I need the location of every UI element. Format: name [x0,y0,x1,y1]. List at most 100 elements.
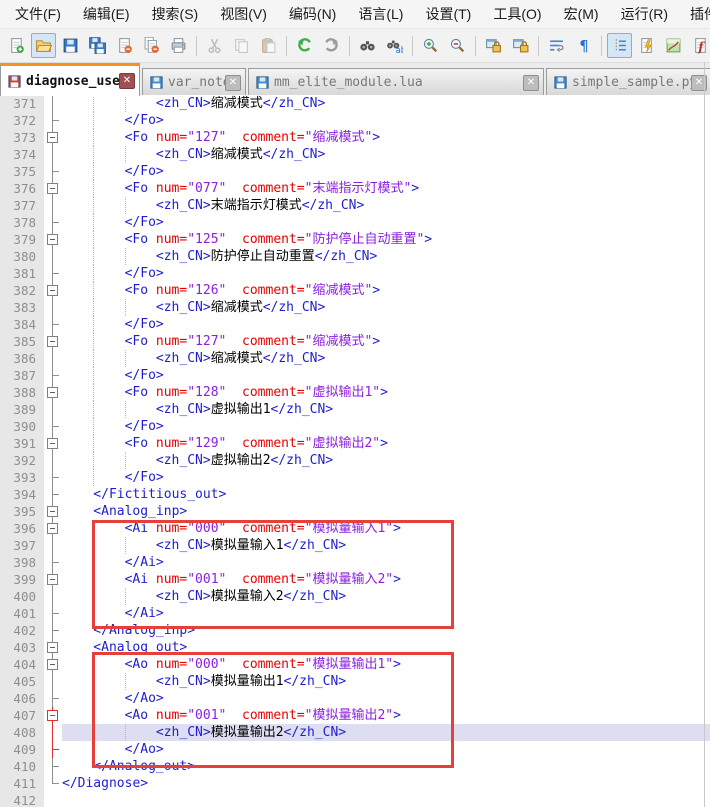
code-line[interactable]: 374<zh_CN>缩减模式</zh_CN> [0,146,710,163]
code-line[interactable]: 399<Ai num="001" comment="模拟量输入2"> [0,571,710,588]
code-text[interactable]: <Fo num="128" comment="虚拟输出1"> [62,384,710,401]
code-text[interactable]: <zh_CN>模拟量输出1</zh_CN> [62,673,710,690]
fold-marker[interactable] [44,282,62,299]
code-line[interactable]: 389<zh_CN>虚拟输出1</zh_CN> [0,401,710,418]
menu-item-tools[interactable]: 工具(O) [482,0,552,28]
code-text[interactable]: </Fo> [62,265,710,282]
code-line[interactable]: 401</Ai> [0,605,710,622]
sync-horizontal-scroll-icon[interactable] [508,33,533,58]
zoom-in-icon[interactable] [418,33,443,58]
fold-marker[interactable] [44,707,62,724]
code-text[interactable]: <Analog_inp> [62,503,710,520]
code-text[interactable]: <Fo num="125" comment="防护停止自动重置"> [62,231,710,248]
code-text[interactable]: </Fictitious_out> [62,486,710,503]
fold-marker[interactable] [44,639,62,656]
tab-simple_sample-py[interactable]: simple_sample.py✕ [546,68,710,96]
save-icon[interactable] [58,33,83,58]
fold-marker[interactable] [44,231,62,248]
menu-item-language[interactable]: 语言(L) [347,0,414,28]
fold-marker[interactable] [44,180,62,197]
print-icon[interactable] [166,33,191,58]
code-line[interactable]: 371<zh_CN>缩减模式</zh_CN> [0,95,710,112]
code-text[interactable]: <zh_CN>模拟量输入2</zh_CN> [62,588,710,605]
menu-item-file[interactable]: 文件(F) [4,0,72,28]
code-text[interactable]: <Fo num="127" comment="缩减模式"> [62,333,710,350]
code-text[interactable]: <zh_CN>模拟量输入1</zh_CN> [62,537,710,554]
code-text[interactable]: <zh_CN>缩减模式</zh_CN> [62,95,710,112]
code-text[interactable]: <Ao num="001" comment="模拟量输出2"> [62,707,710,724]
code-line[interactable]: 388<Fo num="128" comment="虚拟输出1"> [0,384,710,401]
code-line[interactable]: 383<zh_CN>缩减模式</zh_CN> [0,299,710,316]
fold-marker[interactable] [44,503,62,520]
code-line[interactable]: 402</Analog_inp> [0,622,710,639]
define-language-icon[interactable] [634,33,659,58]
code-line[interactable]: 395<Analog_inp> [0,503,710,520]
code-line[interactable]: 393</Fo> [0,469,710,486]
code-text[interactable]: <Ao num="000" comment="模拟量输出1"> [62,656,710,673]
code-line[interactable]: 373<Fo num="127" comment="缩减模式"> [0,129,710,146]
code-line[interactable]: 390</Fo> [0,418,710,435]
code-text[interactable]: <Fo num="077" comment="末端指示灯模式"> [62,180,710,197]
code-line[interactable]: 410</Analog_out> [0,758,710,775]
code-text[interactable]: <zh_CN>缩减模式</zh_CN> [62,146,710,163]
code-text[interactable]: <zh_CN>缩减模式</zh_CN> [62,299,710,316]
new-file-icon[interactable] [4,33,29,58]
code-line[interactable]: 397<zh_CN>模拟量输入1</zh_CN> [0,537,710,554]
close-all-icon[interactable] [139,33,164,58]
fold-marker[interactable] [44,384,62,401]
code-line[interactable]: 398</Ai> [0,554,710,571]
code-text[interactable]: <zh_CN>虚拟输出2</zh_CN> [62,452,710,469]
code-text[interactable]: <zh_CN>虚拟输出1</zh_CN> [62,401,710,418]
tab-diagnose_user-xml[interactable]: diagnose_user.xml✕ [0,63,140,96]
menu-item-edit[interactable]: 编辑(E) [72,0,141,28]
tab-mm_elite_module-lua[interactable]: mm_elite_module.lua✕ [248,68,544,96]
code-text[interactable]: <zh_CN>末端指示灯模式</zh_CN> [62,197,710,214]
code-text[interactable]: </Diagnose> [62,775,710,792]
code-line[interactable]: 396<Ai num="000" comment="模拟量输入1"> [0,520,710,537]
show-indent-guide-icon[interactable] [607,33,632,58]
code-line[interactable]: 378</Fo> [0,214,710,231]
code-text[interactable]: </Analog_inp> [62,622,710,639]
code-text[interactable]: <zh_CN>防护停止自动重置</zh_CN> [62,248,710,265]
menu-item-view[interactable]: 视图(V) [209,0,278,28]
code-text[interactable]: <Ai num="000" comment="模拟量输入1"> [62,520,710,537]
zoom-out-icon[interactable] [445,33,470,58]
code-line[interactable]: 406</Ao> [0,690,710,707]
code-text[interactable]: </Fo> [62,418,710,435]
sync-vertical-scroll-icon[interactable] [481,33,506,58]
close-file-icon[interactable] [112,33,137,58]
code-line[interactable]: 394</Fictitious_out> [0,486,710,503]
code-text[interactable]: </Fo> [62,367,710,384]
code-line[interactable]: 408<zh_CN>模拟量输出2</zh_CN> [0,724,710,741]
code-text[interactable]: </Ao> [62,690,710,707]
fold-marker[interactable] [44,571,62,588]
code-line[interactable]: 405<zh_CN>模拟量输出1</zh_CN> [0,673,710,690]
code-text[interactable]: </Ai> [62,554,710,571]
code-line[interactable]: 411</Diagnose> [0,775,710,792]
code-line[interactable]: 376<Fo num="077" comment="末端指示灯模式"> [0,180,710,197]
document-map-icon[interactable] [661,33,686,58]
save-all-icon[interactable] [85,33,110,58]
code-line[interactable]: 391<Fo num="129" comment="虚拟输出2"> [0,435,710,452]
fold-marker[interactable] [44,520,62,537]
code-line[interactable]: 404<Ao num="000" comment="模拟量输出1"> [0,656,710,673]
code-line[interactable]: 382<Fo num="126" comment="缩减模式"> [0,282,710,299]
code-line[interactable]: 407<Ao num="001" comment="模拟量输出2"> [0,707,710,724]
code-text[interactable]: </Analog_out> [62,758,710,775]
code-text[interactable]: </Ao> [62,741,710,758]
menu-item-plugins[interactable]: 插件(P) [679,0,710,28]
menu-item-run[interactable]: 运行(R) [610,0,679,28]
tab-var_note-xml[interactable]: var_note.xml✕ [142,68,246,96]
undo-icon[interactable] [292,33,317,58]
menu-item-encoding[interactable]: 编码(N) [278,0,347,28]
code-text[interactable]: </Fo> [62,469,710,486]
code-editor[interactable]: 371<zh_CN>缩减模式</zh_CN>372</Fo>373<Fo num… [0,95,710,807]
code-line[interactable]: 392<zh_CN>虚拟输出2</zh_CN> [0,452,710,469]
code-line[interactable]: 372</Fo> [0,112,710,129]
code-text[interactable]: </Fo> [62,163,710,180]
code-text[interactable]: <Fo num="129" comment="虚拟输出2"> [62,435,710,452]
code-text[interactable]: <Ai num="001" comment="模拟量输入2"> [62,571,710,588]
close-icon[interactable]: ✕ [119,73,135,89]
code-text[interactable]: <zh_CN>模拟量输出2</zh_CN> [62,724,710,741]
close-icon[interactable]: ✕ [523,75,539,91]
